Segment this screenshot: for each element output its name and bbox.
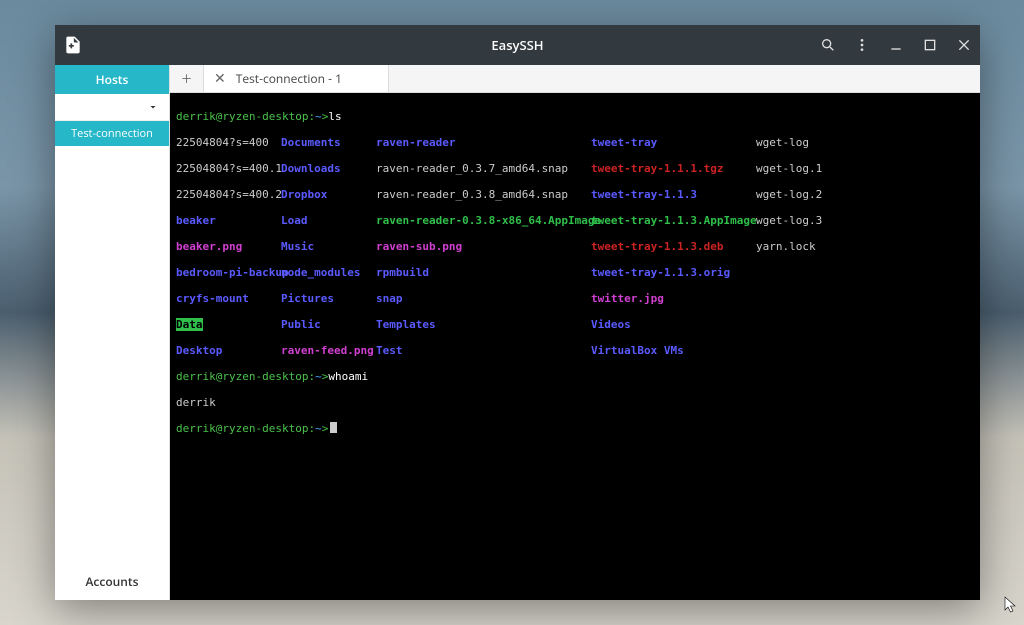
sidebar-item-test-connection[interactable]: Test-connection [55,121,169,146]
whoami-output: derrik [176,396,216,409]
accounts-button[interactable]: Accounts [55,563,169,600]
command: ls [328,110,341,123]
search-icon[interactable] [818,35,838,55]
tabbar: + ✕ Test-connection - 1 [170,65,980,93]
easyssh-window: EasySSH Hosts [55,25,980,600]
mouse-cursor-icon [1004,596,1018,619]
main-pane: + ✕ Test-connection - 1 derrik@ryzen-des… [170,65,980,600]
command: whoami [328,370,368,383]
minimize-icon[interactable] [886,35,906,55]
chevron-down-icon [147,96,159,118]
hosts-header[interactable]: Hosts [55,65,169,94]
terminal[interactable]: derrik@ryzen-desktop:~> ls 22504804?s=40… [170,93,980,600]
tab-new-button[interactable]: + [170,65,204,92]
tab-label: Test-connection - 1 [236,70,342,87]
group-toggle[interactable] [55,94,169,121]
menu-icon[interactable] [852,35,872,55]
tab-test-connection-1[interactable]: ✕ Test-connection - 1 [204,65,389,92]
sidebar: Hosts Test-connection Accounts [55,65,170,600]
close-icon[interactable] [954,35,974,55]
plus-icon: + [181,67,191,91]
titlebar: EasySSH [55,25,980,65]
prompt: derrik@ryzen-desktop: [176,110,315,123]
maximize-icon[interactable] [920,35,940,55]
tab-close-icon[interactable]: ✕ [214,69,226,88]
terminal-cursor [330,422,337,433]
new-document-icon[interactable] [63,35,83,55]
